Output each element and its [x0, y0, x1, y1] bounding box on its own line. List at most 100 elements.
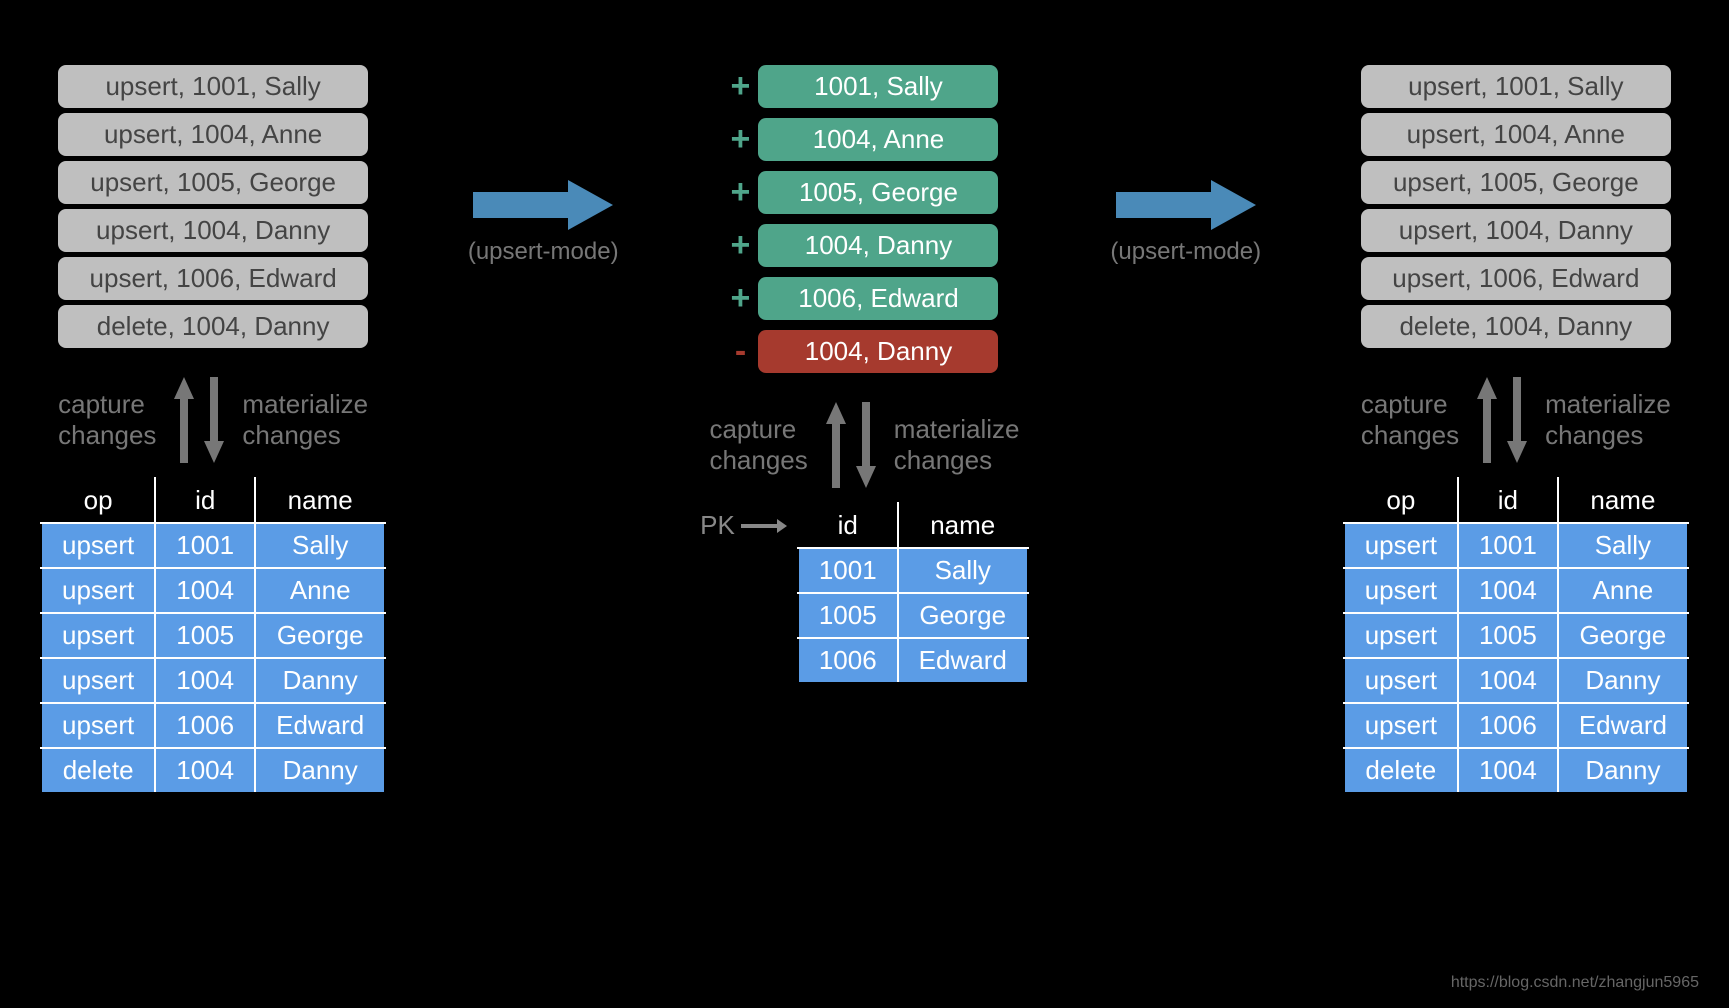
- table-cell: upsert: [1344, 703, 1458, 748]
- table-cell: 1004: [1458, 568, 1558, 613]
- table-header-cell: op: [41, 478, 155, 523]
- changelog-pill: upsert, 1006, Edward: [1361, 257, 1671, 300]
- diagram-root: upsert, 1001, Sally upsert, 1004, Anne ups…: [20, 20, 1709, 794]
- table-row: upsert1001Sally: [41, 523, 385, 568]
- table-row: upsert1006Edward: [1344, 703, 1688, 748]
- changelog-pill: 1005, George: [758, 171, 998, 214]
- changelog-row: +1006, Edward: [730, 272, 998, 325]
- left-table: opidnameupsert1001Sallyupsert1004Anneups…: [40, 477, 386, 794]
- changelog-row: +1001, Sally: [730, 60, 998, 113]
- arrow-2: (upsert-mode): [1110, 180, 1261, 266]
- table-cell: 1004: [1458, 748, 1558, 793]
- materialize-changes-label: materialize changes: [242, 389, 368, 451]
- table-cell: delete: [1344, 748, 1458, 793]
- table-cell: Anne: [1558, 568, 1688, 613]
- capture-changes-label: capture changes: [58, 389, 156, 451]
- capture-changes-label: capture changes: [709, 414, 807, 476]
- table-cell: 1001: [798, 548, 898, 593]
- pk-label: PK: [700, 510, 787, 541]
- capture-changes-label: capture changes: [1361, 389, 1459, 451]
- changelog-pill: 1004, Danny: [758, 224, 998, 267]
- pk-table-wrap: PK idname1001Sally1005George1006Edward: [700, 502, 1029, 684]
- changelog-pill: upsert, 1004, Anne: [1361, 113, 1671, 156]
- table-header-cell: name: [898, 503, 1028, 548]
- table-row: upsert1004Danny: [41, 658, 385, 703]
- arrow-2-label: (upsert-mode): [1110, 238, 1261, 266]
- table-header-cell: name: [1558, 478, 1688, 523]
- table-row: upsert1005George: [41, 613, 385, 658]
- table-cell: Danny: [255, 658, 385, 703]
- table-cell: upsert: [41, 523, 155, 568]
- table-cell: upsert: [41, 703, 155, 748]
- table-cell: Edward: [898, 638, 1028, 683]
- table-cell: Anne: [255, 568, 385, 613]
- plus-icon: +: [730, 120, 750, 159]
- table-cell: 1006: [155, 703, 255, 748]
- table-cell: 1006: [1458, 703, 1558, 748]
- table-header-cell: id: [155, 478, 255, 523]
- plus-icon: +: [730, 226, 750, 265]
- table-cell: George: [255, 613, 385, 658]
- table-cell: 1004: [155, 658, 255, 703]
- pk-text: PK: [700, 510, 735, 541]
- arrow-right-icon: [1116, 180, 1256, 230]
- right-table: opidnameupsert1001Sallyupsert1004Anneups…: [1343, 477, 1689, 794]
- table-cell: 1006: [798, 638, 898, 683]
- changelog-pill: delete, 1004, Danny: [58, 305, 368, 348]
- right-column: upsert, 1001, Sallyupsert, 1004, Anneups…: [1343, 60, 1689, 794]
- table-cell: upsert: [1344, 568, 1458, 613]
- changelog-pill: upsert, 1001, Sally: [58, 65, 368, 108]
- table-cell: Edward: [255, 703, 385, 748]
- right-exchange-block: capture changes materialize changes: [1361, 377, 1671, 463]
- table-row: upsert1005George: [1344, 613, 1688, 658]
- table-cell: upsert: [41, 613, 155, 658]
- arrow-1-label: (upsert-mode): [468, 238, 619, 266]
- left-exchange-block: capture changes materialize changes: [58, 377, 368, 463]
- table-cell: Sally: [898, 548, 1028, 593]
- table-cell: 1005: [798, 593, 898, 638]
- table-header-cell: op: [1344, 478, 1458, 523]
- table-row: upsert1004Anne: [1344, 568, 1688, 613]
- plus-icon: +: [730, 279, 750, 318]
- updown-arrows-icon: [1473, 377, 1531, 463]
- table-cell: George: [898, 593, 1028, 638]
- table-cell: 1004: [1458, 658, 1558, 703]
- table-cell: 1005: [155, 613, 255, 658]
- table-cell: upsert: [41, 568, 155, 613]
- table-cell: Danny: [1558, 658, 1688, 703]
- table-header-cell: name: [255, 478, 385, 523]
- right-pill-list: upsert, 1001, Sallyupsert, 1004, Anneups…: [1361, 60, 1671, 353]
- table-row: upsert1004Anne: [41, 568, 385, 613]
- table-row: 1001Sally: [798, 548, 1028, 593]
- changelog-pill: upsert, 1005, George: [1361, 161, 1671, 204]
- left-pill-list: upsert, 1001, Sallyupsert, 1004, Anneups…: [58, 60, 368, 353]
- changelog-pill: delete, 1004, Danny: [1361, 305, 1671, 348]
- changelog-row: -1004, Danny: [730, 325, 998, 378]
- table-cell: George: [1558, 613, 1688, 658]
- plus-icon: +: [730, 67, 750, 106]
- changelog-pill: upsert, 1005, George: [58, 161, 368, 204]
- table-cell: 1001: [1458, 523, 1558, 568]
- plus-icon: +: [730, 173, 750, 212]
- middle-table: idname1001Sally1005George1006Edward: [797, 502, 1029, 684]
- changelog-pill: 1004, Danny: [758, 330, 998, 373]
- updown-arrows-icon: [170, 377, 228, 463]
- table-cell: Danny: [255, 748, 385, 793]
- arrow-right-icon: [473, 180, 613, 230]
- changelog-row: +1004, Anne: [730, 113, 998, 166]
- table-header-cell: id: [1458, 478, 1558, 523]
- table-cell: 1005: [1458, 613, 1558, 658]
- table-cell: upsert: [1344, 523, 1458, 568]
- table-row: upsert1006Edward: [41, 703, 385, 748]
- materialize-changes-label: materialize changes: [1545, 389, 1671, 451]
- table-row: upsert1001Sally: [1344, 523, 1688, 568]
- updown-arrows-icon: [822, 402, 880, 488]
- changelog-pill: upsert, 1004, Danny: [1361, 209, 1671, 252]
- table-row: 1005George: [798, 593, 1028, 638]
- changelog-pill: 1001, Sally: [758, 65, 998, 108]
- table-cell: Danny: [1558, 748, 1688, 793]
- changelog-pill: upsert, 1004, Danny: [58, 209, 368, 252]
- watermark: https://blog.csdn.net/zhangjun5965: [1451, 974, 1699, 992]
- arrow-right-small-icon: [741, 519, 787, 533]
- table-cell: Edward: [1558, 703, 1688, 748]
